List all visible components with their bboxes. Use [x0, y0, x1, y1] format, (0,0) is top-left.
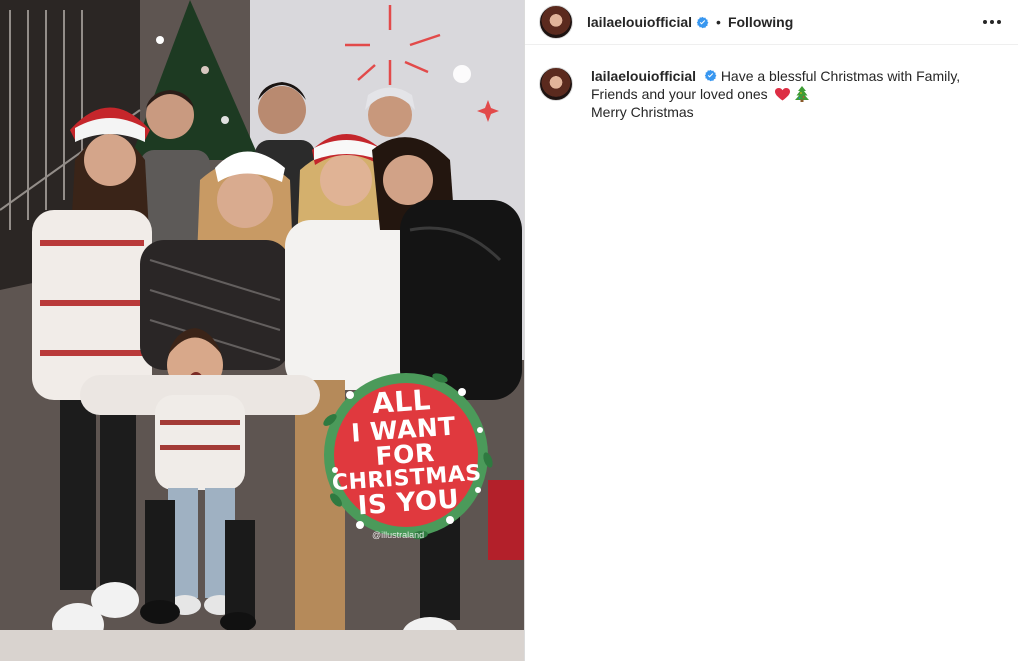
- caption-verified-badge-icon: [704, 69, 717, 82]
- post-header: lailaelouiofficial • Following: [525, 0, 1018, 45]
- sticker-credit: @illustraland: [372, 530, 425, 540]
- caption-username[interactable]: lailaelouiofficial: [591, 68, 696, 84]
- post-container: ALL I WANT FOR CHRISTMAS IS YOU @illustr…: [0, 0, 1018, 661]
- post-details-panel: lailaelouiofficial • Following lailaelou…: [524, 0, 1018, 661]
- caption-avatar[interactable]: [539, 67, 573, 101]
- separator-dot: •: [716, 14, 721, 30]
- header-username[interactable]: lailaelouiofficial: [587, 14, 692, 30]
- sticker-text: ALL I WANT FOR CHRISTMAS IS YOU: [326, 383, 485, 522]
- post-photo[interactable]: ALL I WANT FOR CHRISTMAS IS YOU @illustr…: [0, 0, 524, 661]
- avatar[interactable]: [539, 5, 573, 39]
- caption-body: lailaelouiofficial Have a blessful Chris…: [591, 67, 1001, 121]
- verified-badge-icon: [696, 16, 709, 28]
- christmas-tree-icon: [795, 86, 810, 102]
- following-button[interactable]: Following: [728, 14, 793, 30]
- caption: lailaelouiofficial Have a blessful Chris…: [525, 45, 1018, 121]
- more-options-icon[interactable]: [980, 10, 1004, 34]
- photo-illustration: [0, 0, 524, 661]
- red-heart-icon: [774, 88, 790, 101]
- caption-line-2: Merry Christmas: [591, 104, 694, 120]
